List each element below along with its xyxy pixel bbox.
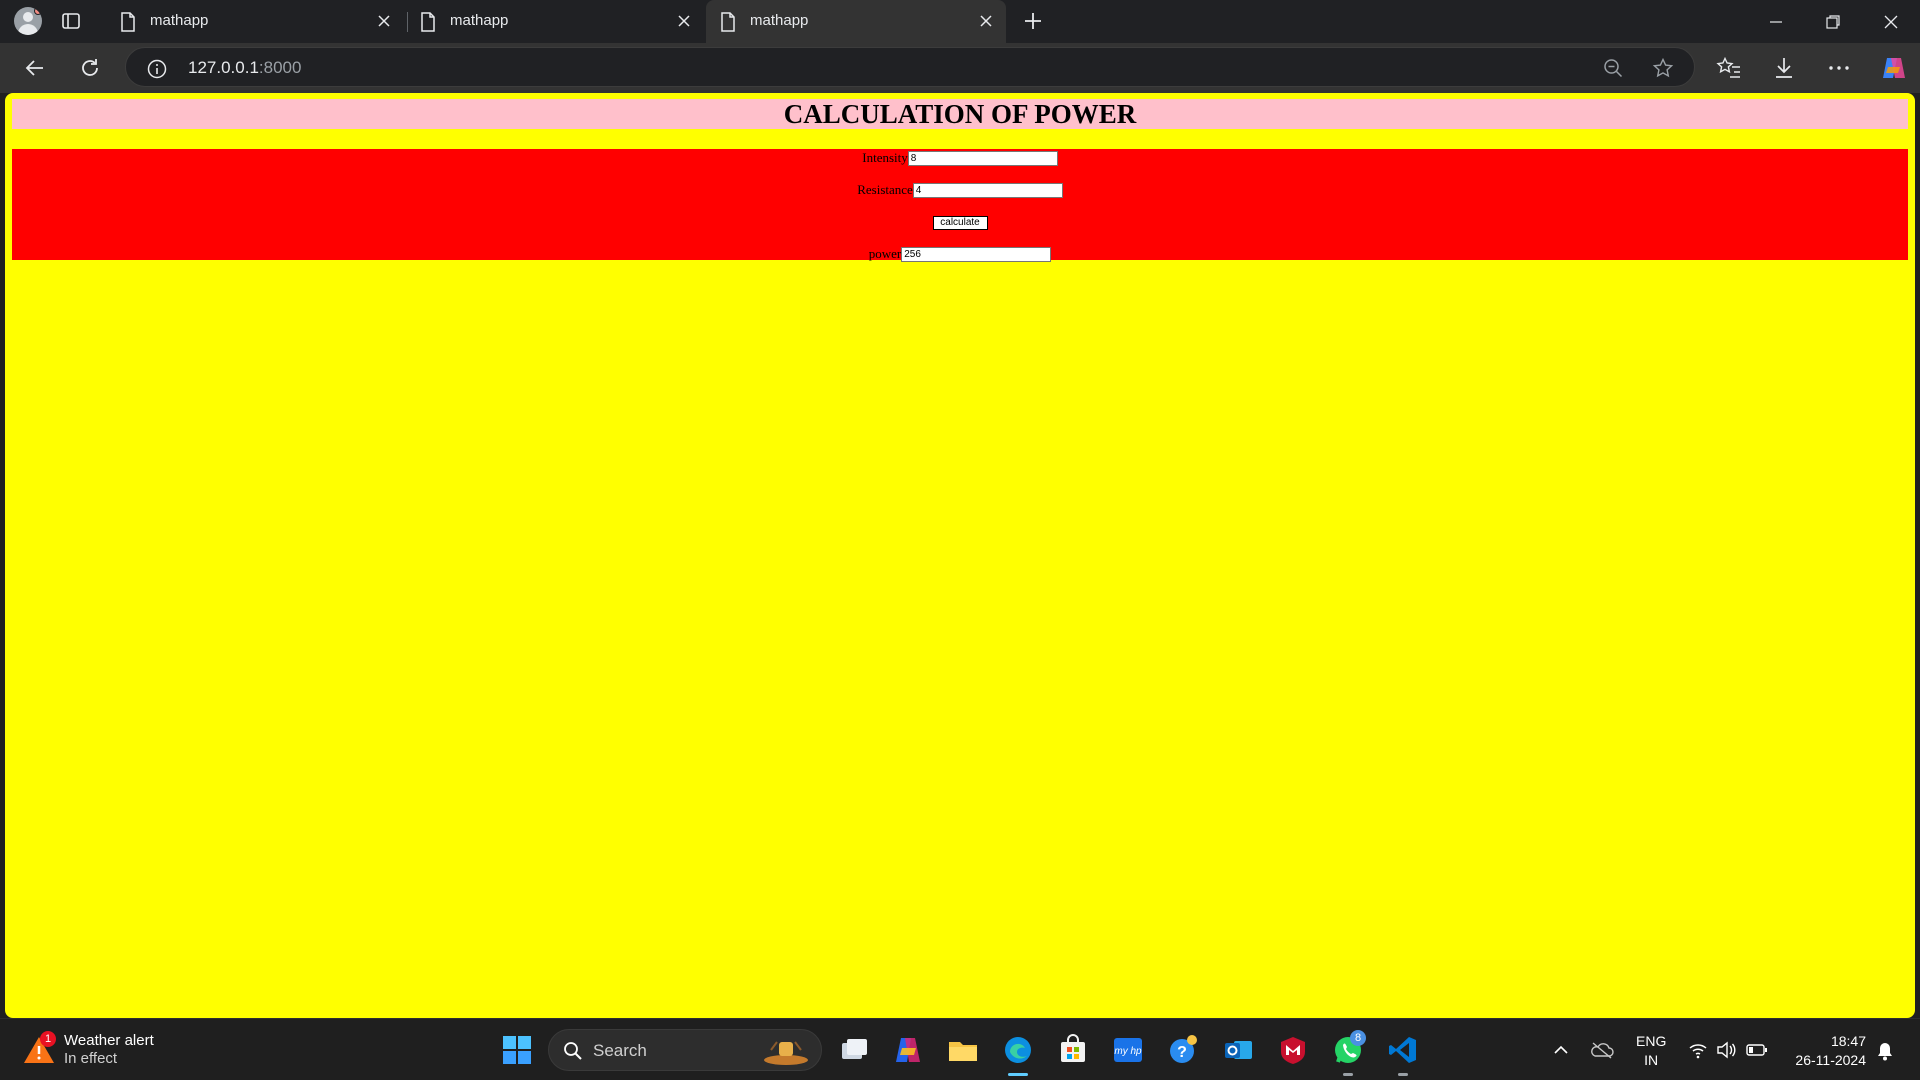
wifi-icon[interactable] [1688,1041,1708,1059]
get-help-icon[interactable]: ? [1167,1034,1199,1066]
favorites-icon[interactable] [1716,55,1742,81]
intensity-input[interactable] [907,150,1058,166]
browser-toolbar: 127.0.0.1:8000 [0,43,1920,93]
calculate-button[interactable]: calculate [932,216,988,230]
microsoft-store-icon[interactable] [1057,1034,1089,1066]
back-icon[interactable] [22,55,48,81]
tab-title: mathapp [450,12,509,29]
tab-actions-icon[interactable] [60,10,82,32]
zoom-out-icon[interactable] [1602,57,1624,79]
power-label: power [868,246,902,262]
url-text[interactable]: 127.0.0.1:8000 [188,58,301,78]
svg-text:my hp: my hp [1114,1046,1142,1057]
svg-text:?: ? [1177,1044,1187,1061]
whatsapp-badge: 8 [1350,1030,1366,1046]
intensity-row: Intensity [12,149,1908,166]
tab-title: mathapp [150,12,209,29]
tab-1[interactable]: mathapp [106,0,404,43]
clock-date: 26-11-2024 [1795,1052,1866,1068]
page-icon [420,12,436,32]
task-view-icon[interactable] [838,1034,870,1066]
myhp-icon[interactable]: my hp [1112,1034,1144,1066]
system-clock[interactable]: 18:47 26-11-2024 [1786,1032,1866,1070]
copilot-app-icon[interactable] [892,1034,924,1066]
start-icon[interactable] [501,1034,533,1066]
onedrive-icon[interactable] [1590,1041,1614,1059]
tab-title: mathapp [750,12,809,29]
power-row: power [12,245,1908,262]
tab-2[interactable]: mathapp [406,0,704,43]
more-options-icon[interactable] [1826,55,1852,81]
power-output[interactable] [901,246,1052,262]
battery-icon[interactable] [1746,1041,1768,1059]
tab-3-active[interactable]: mathapp [706,0,1006,43]
search-label: Search [593,1041,647,1060]
mcafee-icon[interactable] [1277,1034,1309,1066]
vscode-icon[interactable] [1387,1034,1419,1066]
weather-badge: 1 [40,1031,56,1047]
downloads-icon[interactable] [1771,55,1797,81]
favorite-star-icon[interactable] [1652,57,1674,79]
clock-time: 18:47 [1830,1033,1866,1049]
weather-title: Weather alert [64,1032,154,1049]
profile-avatar[interactable] [14,7,42,35]
resistance-row: Resistance [12,181,1908,198]
close-tab-icon[interactable] [376,13,392,29]
page-icon [120,12,136,32]
outlook-icon[interactable] [1222,1034,1254,1066]
copilot-icon[interactable] [1879,53,1909,83]
search-highlight-icon [761,1036,811,1066]
browser-tab-strip: mathapp mathapp mathapp [0,0,1920,43]
volume-icon[interactable] [1716,1041,1736,1059]
search-icon [563,1041,583,1061]
file-explorer-icon[interactable] [947,1034,979,1066]
notification-bell-icon[interactable] [1876,1041,1894,1061]
page-viewport: CALCULATION OF POWER Intensity Resistanc… [5,93,1915,1018]
windows-taskbar: 1 Weather alert In effect Search my hp ?… [0,1018,1920,1080]
refresh-icon[interactable] [77,55,103,81]
page-icon [720,12,736,32]
weather-widget[interactable]: 1 Weather alert In effect [22,1029,222,1071]
address-bar[interactable]: 127.0.0.1:8000 [125,47,1695,87]
show-hidden-icons-icon[interactable] [1552,1041,1570,1059]
site-info-icon[interactable] [146,58,168,80]
input-language[interactable]: ENG IN [1636,1032,1666,1070]
minimize-icon[interactable] [1766,12,1786,32]
weather-subtitle: In effect [64,1050,118,1067]
button-row: calculate [12,213,1908,230]
close-tab-icon[interactable] [978,13,994,29]
resistance-label: Resistance [857,182,913,198]
page-title: CALCULATION OF POWER [12,99,1908,129]
restore-icon[interactable] [1823,12,1843,32]
taskbar-search[interactable]: Search [548,1029,822,1071]
calculation-form: Intensity Resistance calculate power [12,149,1908,262]
new-tab-icon[interactable] [1022,10,1044,32]
close-window-icon[interactable] [1881,12,1901,32]
intensity-label: Intensity [862,150,908,166]
resistance-input[interactable] [912,182,1063,198]
edge-icon[interactable] [1002,1034,1034,1066]
close-tab-icon[interactable] [676,13,692,29]
